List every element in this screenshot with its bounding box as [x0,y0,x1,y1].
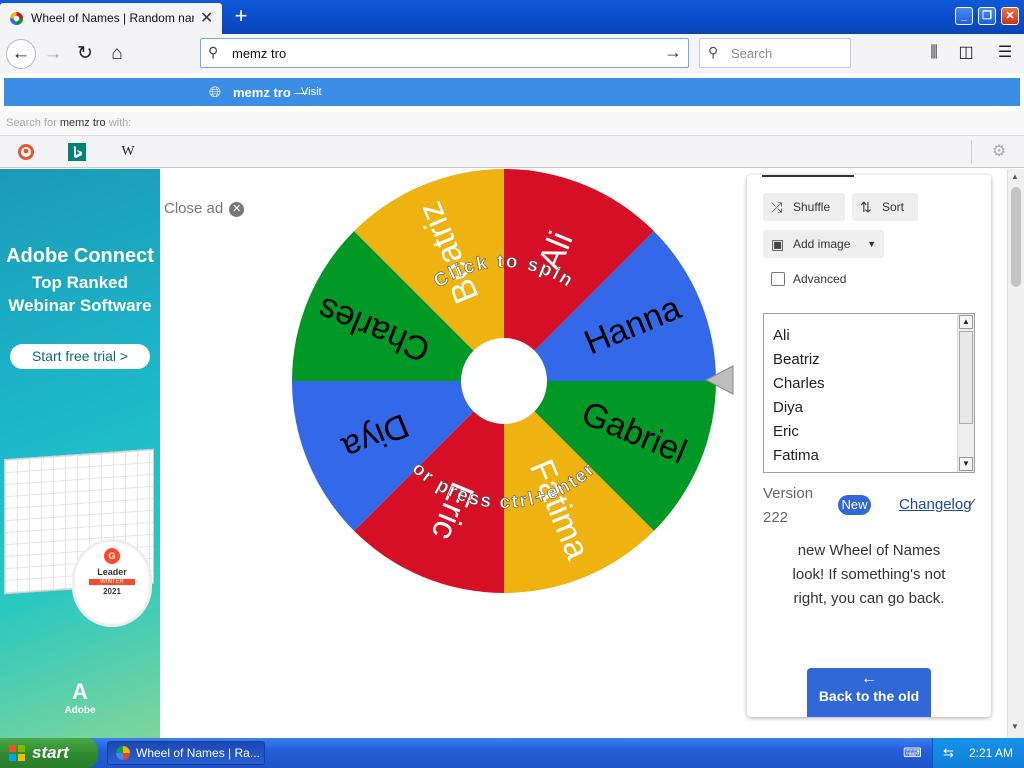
g2-leader-badge: G Leader WINTER 2021 [72,539,152,627]
list-item: Beatriz [773,351,820,368]
search-placeholder: Search [731,46,773,61]
list-item: Eric [773,423,799,440]
close-circle-icon: ✕ [229,202,245,217]
system-tray: ⇆ 2:21 AM [932,738,1024,768]
address-bar[interactable]: ⚲ memz tro → [200,38,689,68]
gear-icon[interactable]: ⚙ [989,143,1009,161]
reload-button[interactable]: ↻ [71,40,99,68]
search-engines-bar: W ⚙ [0,135,1024,168]
scroll-up-icon[interactable]: ▲ [1011,172,1019,181]
entries-scrollbar[interactable]: ▲ ▼ [957,314,974,472]
adobe-logo: A Adobe [64,679,96,716]
new-tab-button[interactable]: + [230,3,252,29]
go-arrow-icon[interactable]: → [664,42,682,63]
scroll-down-icon[interactable]: ▼ [959,457,973,471]
search-icon: ⚲ [208,44,219,60]
search-bar[interactable]: ⚲ Search [699,38,851,68]
window-close-button[interactable]: ✕ [1001,7,1019,25]
ad-subtitle: Top Ranked Webinar Software [8,273,152,315]
name-wheel[interactable]: AliHannaGabrielFatimaEricDiyaCharlesBeat… [288,165,740,601]
wheel-center[interactable] [461,338,547,424]
sidebar-icon[interactable]: ◫ [955,42,977,64]
wheel-of-names-favicon-icon [9,11,24,26]
entries-textarea[interactable]: Ali Beatriz Charles Diya Eric Fatima ▲ ▼ [763,313,975,473]
wikipedia-icon[interactable]: W [118,143,138,161]
page-scrollbar[interactable]: ▲ ▼ [1007,169,1024,738]
arrow-left-icon: ← [861,670,877,687]
scroll-thumb[interactable] [1011,187,1021,287]
close-ad-label: Close ad [164,200,224,217]
tab-title: Wheel of Names | Random name p [31,11,194,25]
tab-close-icon[interactable]: ✕ [200,8,213,28]
advertisement[interactable]: Adobe Connect Top Ranked Webinar Software… [0,169,160,738]
network-icon[interactable]: ⇆ [943,745,954,761]
ad-title: Adobe Connect [6,245,154,267]
entries-list: Ali Beatriz Charles Diya Eric Fatima [773,324,825,468]
new-badge: New [838,495,871,515]
advanced-checkbox[interactable]: Advanced [771,272,846,286]
checkbox-box[interactable] [771,272,785,286]
home-button[interactable]: ⌂ [103,40,131,68]
forward-button[interactable]: → [39,40,67,68]
restore-button[interactable]: ❐ [978,7,996,25]
windows-logo-icon [9,745,26,761]
start-button[interactable]: start [0,738,98,768]
sort-button[interactable]: ⇅ Sort [852,193,918,221]
list-item: Ali [773,327,790,344]
back-button[interactable]: ← [6,39,36,69]
minimize-button[interactable]: _ [955,7,973,25]
bing-icon[interactable] [67,143,87,161]
changelog-link[interactable]: Changelog [899,496,972,513]
chevron-down-icon: ▼ [867,239,876,249]
navigation-bar: ← → ↻ ⌂ ⚲ memz tro → ⚲ Search ⫼ ◫ ☰ [0,34,1024,74]
url-suggestion-row[interactable]: 🌐︎ memz tro — Visit [4,78,1020,106]
shuffle-button[interactable]: ⤮ Shuffle [763,193,845,221]
list-item: Fatima [773,447,819,464]
suggestion-text: memz tro — [233,85,308,100]
ad-cta-button[interactable]: Start free trial > [10,344,150,369]
app-icon [116,746,130,760]
search-with-label: Search for memz tro with: [0,112,1024,134]
scroll-thumb[interactable] [959,331,973,424]
chevron-down-icon[interactable]: ✓ [967,495,978,511]
keyboard-icon[interactable]: ⌨ [903,745,922,761]
sort-icon: ⇅ [860,199,872,215]
entries-panel: ⤮ Shuffle ⇅ Sort ▣ Add image ▼ Advanced Ali … [747,175,991,717]
back-to-old-button[interactable]: ← Back to the old [807,668,931,717]
shuffle-icon: ⤮ [771,199,783,215]
menu-icon[interactable]: ☰ [994,42,1016,64]
address-input[interactable]: memz tro [232,46,286,61]
taskbar-app-button[interactable]: Wheel of Names | Ra... [107,741,265,765]
scroll-up-icon[interactable]: ▲ [959,315,973,329]
clock: 2:21 AM [969,746,1014,760]
list-item: Charles [773,375,825,392]
new-look-notice: new Wheel of Names look! If something's … [792,542,946,607]
duckduckgo-icon[interactable] [16,143,36,161]
list-item: Diya [773,399,804,416]
divider [971,140,972,164]
search-icon: ⚲ [708,44,719,60]
version-label: Version 222 [763,485,814,526]
active-tab-indicator [762,175,854,177]
image-icon: ▣ [771,236,785,252]
scroll-down-icon[interactable]: ▼ [1011,722,1019,731]
suggestion-action: Visit [301,86,322,98]
close-ad-button[interactable]: Close ad ✕ [164,200,245,217]
browser-tab[interactable]: Wheel of Names | Random name p ✕ [0,3,222,34]
globe-icon: 🌐︎ [209,84,222,101]
add-image-button[interactable]: ▣ Add image ▼ [763,230,884,258]
library-icon[interactable]: ⫼ [923,42,945,64]
